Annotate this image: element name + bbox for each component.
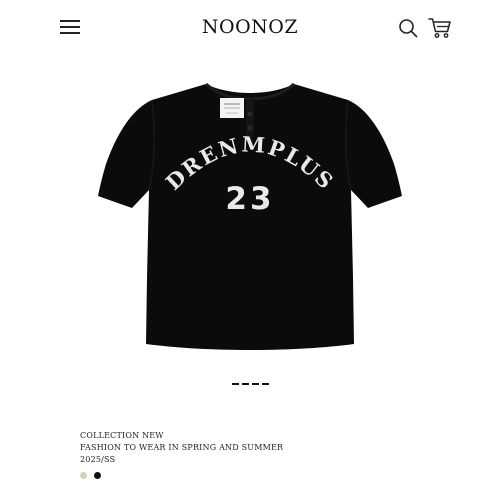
brand-logo[interactable]: NOONOZ: [0, 16, 500, 38]
top-header: NOONOZ: [0, 0, 500, 56]
color-swatch-beige[interactable]: [80, 472, 87, 479]
shopping-cart-icon[interactable]: [428, 17, 452, 39]
search-icon[interactable]: [398, 18, 418, 38]
shirt-print-number: 23: [225, 181, 274, 217]
color-swatches: [80, 472, 101, 479]
description-line-1: COLLECTION NEW: [80, 431, 164, 440]
description-line-3: 2025/SS: [80, 455, 116, 464]
pager-dash-2[interactable]: [241, 383, 249, 385]
pager-dash-3[interactable]: [251, 383, 259, 385]
description-line-2: FASHION TO WEAR IN SPRING AND SUMMER: [80, 443, 284, 452]
image-pager: [0, 383, 500, 385]
product-page: NOONOZ DRENMPLUS 23 COLLECTION NEW FASHI…: [0, 0, 500, 500]
product-description: COLLECTION NEW FASHION TO WEAR IN SPRING…: [80, 430, 283, 466]
pager-dash-1[interactable]: [231, 383, 239, 385]
product-image[interactable]: DRENMPLUS 23: [98, 78, 402, 350]
color-swatch-black[interactable]: [94, 472, 101, 479]
pager-dash-4[interactable]: [261, 383, 269, 385]
